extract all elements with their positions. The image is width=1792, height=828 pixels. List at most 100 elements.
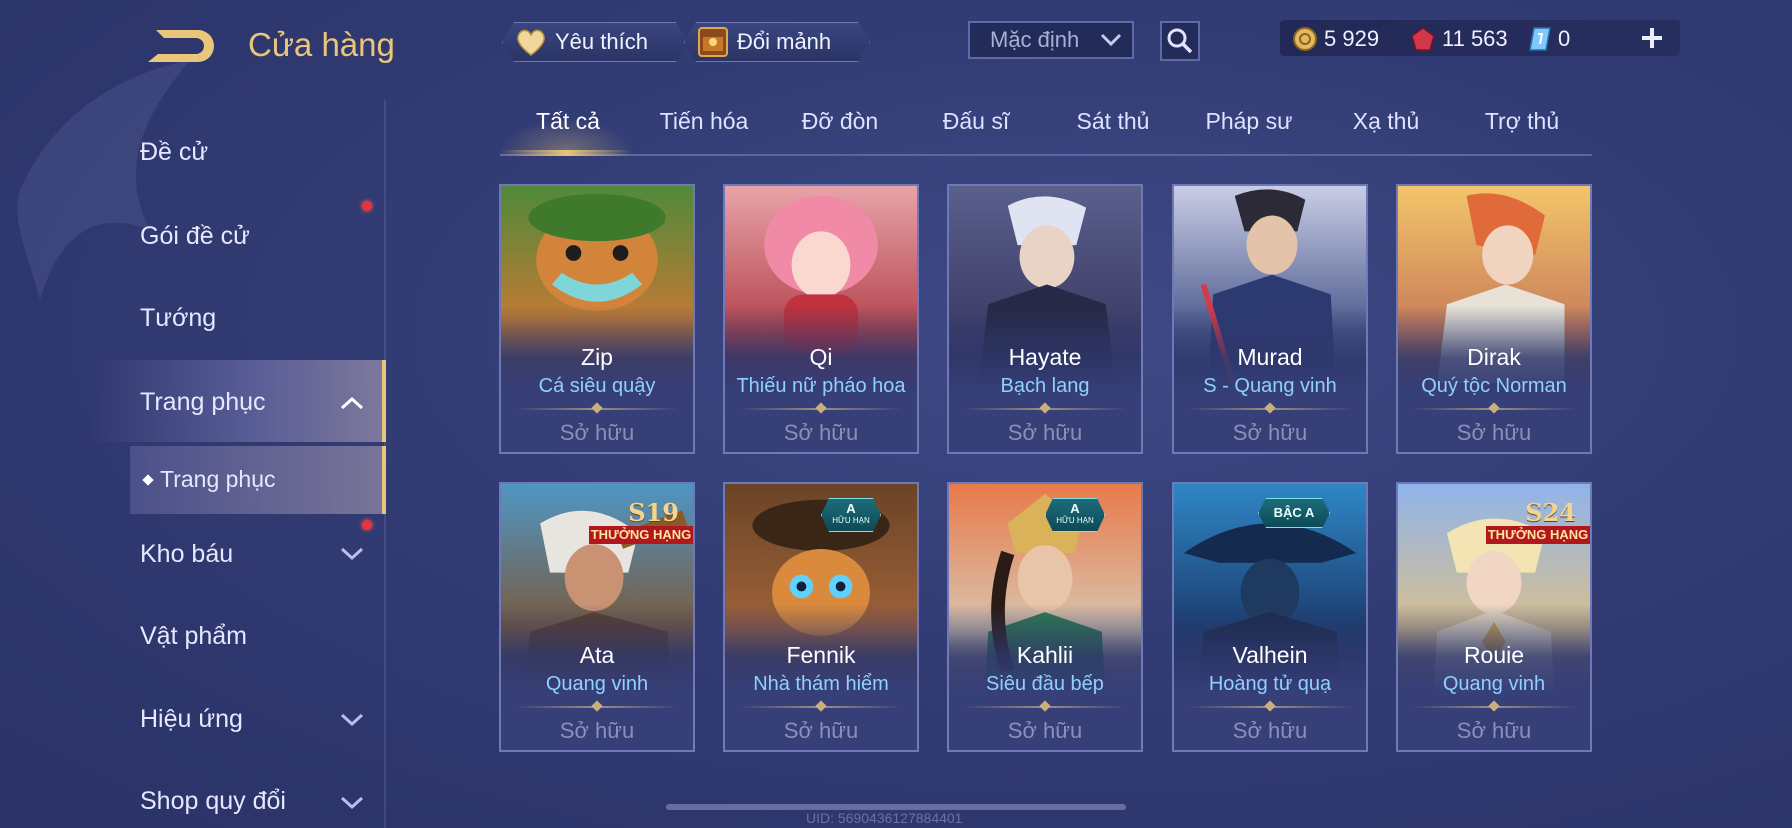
badge-ribbon: THƯỞNG HẠNG	[1486, 526, 1590, 544]
hero-name: Murad	[1237, 344, 1303, 370]
ruby-gem-icon	[1411, 27, 1435, 51]
gold-coin-icon	[1293, 27, 1317, 51]
skin-name: Quang vinh	[545, 673, 649, 695]
sort-value: Mặc định	[990, 27, 1080, 52]
sort-dropdown[interactable]: Mặc định	[968, 21, 1134, 59]
skin-name: Thiếu nữ pháo hoa	[736, 375, 906, 397]
skin-card[interactable]: A HỮU HẠN Fennik Nhà thám hiểm Sở hữu	[723, 482, 919, 752]
skin-name: Siêu đầu bếp	[986, 673, 1104, 695]
tab-support[interactable]: Trợ thủ	[1454, 108, 1590, 135]
skin-card[interactable]: A HỮU HẠN Kahlii Siêu đầu bếp Sở hữu	[947, 482, 1143, 752]
favorites-label: Yêu thích	[555, 29, 648, 54]
owned-status: Sở hữu	[559, 420, 635, 445]
sidebar-item-treasure[interactable]: Kho báu	[140, 540, 233, 569]
gold-amount: 5 929	[1324, 26, 1380, 51]
search-icon	[1167, 28, 1193, 54]
sidebar-item-recommended-bundles[interactable]: Gói đề cử	[140, 222, 250, 251]
ruby-currency: 11 563	[1410, 24, 1508, 54]
hero-name: Dirak	[1467, 344, 1521, 370]
sidebar-item-exchange-shop[interactable]: Shop quy đổi	[140, 787, 286, 816]
shard-exchange-button[interactable]: Đổi mảnh	[684, 22, 870, 62]
tab-all[interactable]: Tất cả	[500, 108, 636, 135]
sidebar-subitem-label: Trang phục	[160, 466, 276, 492]
skin-name: S - Quang vinh	[1203, 375, 1337, 397]
sidebar-item-heroes[interactable]: Tướng	[140, 304, 216, 333]
owned-status: Sở hữu	[1456, 420, 1532, 445]
skin-name: Cá siêu quậy	[538, 375, 656, 397]
sidebar-subitem-skins[interactable]: Trang phục	[142, 466, 276, 493]
hero-name: Hayate	[1008, 344, 1082, 370]
limited-badge: A HỮU HẠN	[1045, 498, 1105, 532]
season-rank-badge: S24 THƯỞNG HẠNG	[1482, 498, 1590, 544]
badge-season-code: S24	[1525, 498, 1576, 527]
skin-name: Nhà thám hiểm	[753, 673, 889, 695]
sidebar-item-effects[interactable]: Hiệu ứng	[140, 705, 243, 734]
category-tabs: Tất cả Tiến hóa Đỡ đòn Đấu sĩ Sát thủ Ph…	[500, 108, 1592, 158]
badge-ribbon: THƯỞNG HẠNG	[589, 526, 693, 544]
owned-status: Sở hữu	[1007, 718, 1083, 743]
skin-card[interactable]: Qi Thiếu nữ pháo hoa Sở hữu	[723, 184, 919, 454]
shard-exchange-label: Đổi mảnh	[737, 29, 832, 54]
bullet-diamond-icon	[142, 473, 154, 486]
owned-status: Sở hữu	[559, 718, 635, 743]
plus-icon	[1642, 28, 1662, 48]
badge-limited-label: HỮU HẠN	[1056, 516, 1094, 525]
tab-assassin[interactable]: Sát thủ	[1045, 108, 1181, 135]
chevron-down-icon	[340, 796, 364, 810]
skin-card[interactable]: S19 THƯỞNG HẠNG Ata Quang vinh Sở hữu	[499, 482, 695, 752]
add-currency-button[interactable]	[1636, 20, 1668, 56]
skin-card[interactable]: S24 THƯỞNG HẠNG Rouie Quang vinh Sở hữu	[1396, 482, 1592, 752]
skin-name: Quang vinh	[1442, 673, 1546, 695]
chevron-up-icon	[340, 396, 364, 410]
badge-grade: A	[1070, 501, 1080, 516]
owned-status: Sở hữu	[1456, 718, 1532, 743]
hero-name: Zip	[581, 344, 613, 370]
chevron-down-icon	[340, 713, 364, 727]
grade-badge: BẬC A	[1258, 498, 1330, 528]
owned-status: Sở hữu	[783, 420, 859, 445]
notification-dot	[362, 201, 372, 211]
owned-status: Sở hữu	[1232, 718, 1308, 743]
search-button[interactable]	[1160, 21, 1200, 61]
notification-dot	[362, 520, 372, 530]
tab-tank[interactable]: Đỡ đòn	[772, 108, 908, 135]
skin-name: Hoàng tử quạ	[1208, 673, 1332, 695]
sidebar-item-recommended[interactable]: Đề cử	[140, 138, 208, 167]
sidebar-item-skins[interactable]: Trang phục	[140, 388, 266, 417]
chevron-down-icon	[340, 547, 364, 561]
badge-season-code: S19	[628, 498, 679, 527]
owned-status: Sở hữu	[783, 718, 859, 743]
skin-card[interactable]: Murad S - Quang vinh Sở hữu	[1172, 184, 1368, 454]
hero-name: Rouie	[1463, 642, 1525, 668]
user-id-label: UID: 5690436127884401	[806, 810, 963, 826]
treasure-chest-icon	[695, 24, 731, 60]
owned-status: Sở hữu	[1007, 420, 1083, 445]
gold-currency: 5 929	[1292, 24, 1379, 54]
skin-name: Bạch lang	[1000, 375, 1090, 397]
skin-name: Quý tộc Norman	[1421, 375, 1567, 397]
sidebar: Đề cử Gói đề cử Tướng Trang phục Trang p…	[0, 100, 386, 828]
tab-fighter[interactable]: Đấu sĩ	[908, 108, 1044, 135]
skin-card[interactable]: Zip Cá siêu quậy Sở hữu	[499, 184, 695, 454]
page-title: Cửa hàng	[248, 26, 395, 63]
back-icon[interactable]	[138, 24, 216, 70]
ticket-currency: 0	[1528, 24, 1570, 54]
hero-name: Valhein	[1232, 642, 1308, 668]
badge-limited-label: HỮU HẠN	[832, 516, 870, 525]
season-rank-badge: S19 THƯỞNG HẠNG	[585, 498, 693, 544]
hero-name: Fennik	[786, 642, 856, 668]
skin-card[interactable]: Hayate Bạch lang Sở hữu	[947, 184, 1143, 454]
hero-name: Qi	[809, 344, 833, 370]
tab-marksman[interactable]: Xạ thủ	[1318, 108, 1454, 135]
favorites-button[interactable]: Yêu thích	[502, 22, 688, 62]
skin-card[interactable]: BẬC A Valhein Hoàng tử quạ Sở hữu	[1172, 482, 1368, 752]
tab-evolution[interactable]: Tiến hóa	[636, 108, 772, 135]
chevron-down-icon	[1100, 33, 1122, 47]
limited-badge: A HỮU HẠN	[821, 498, 881, 532]
hero-name: Kahlii	[1016, 642, 1074, 668]
ruby-amount: 11 563	[1442, 26, 1508, 51]
tab-mage[interactable]: Pháp sư	[1181, 108, 1317, 135]
sidebar-item-items[interactable]: Vật phẩm	[140, 622, 247, 651]
skin-card[interactable]: Dirak Quý tộc Norman Sở hữu	[1396, 184, 1592, 454]
badge-grade: A	[846, 501, 856, 516]
